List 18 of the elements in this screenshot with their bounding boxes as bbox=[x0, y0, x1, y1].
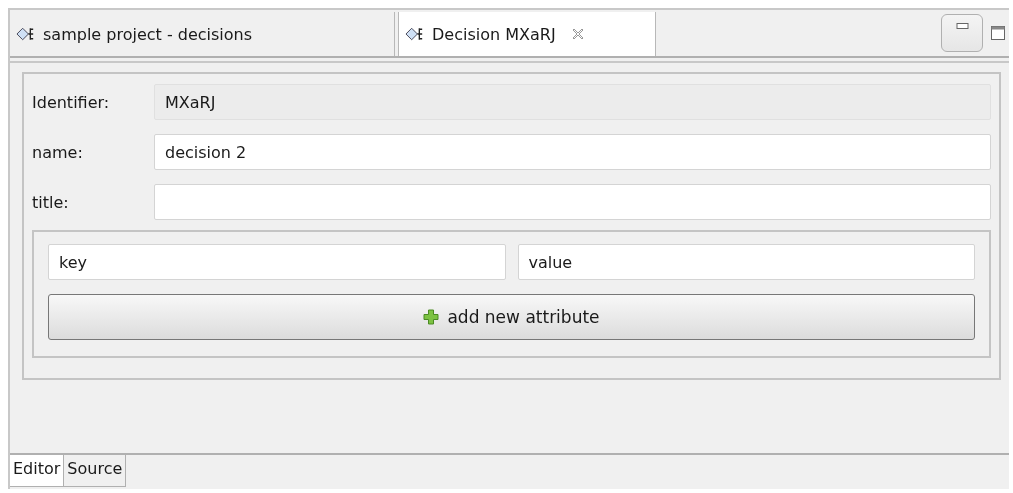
view-tab[interactable]: Editor bbox=[10, 455, 65, 487]
value-field[interactable]: value bbox=[517, 244, 975, 280]
add-attribute-button[interactable]: add new attribute bbox=[48, 294, 975, 340]
text-field[interactable]: decision 2 bbox=[154, 134, 991, 170]
text-field[interactable] bbox=[154, 184, 991, 220]
text-field[interactable]: MXaRJ bbox=[154, 84, 991, 120]
field-label: Identifier: bbox=[32, 92, 111, 112]
key-field[interactable]: key bbox=[48, 244, 506, 280]
document-tab[interactable]: Decision MXaRJ bbox=[398, 12, 656, 56]
field-label: title: bbox=[32, 192, 70, 212]
field-label: name: bbox=[32, 142, 84, 162]
view-tab[interactable]: Source bbox=[64, 455, 127, 487]
minimize-button[interactable] bbox=[941, 14, 983, 52]
minimize-icon bbox=[955, 23, 969, 29]
plus-icon bbox=[423, 309, 440, 325]
maximize-button[interactable] bbox=[991, 26, 1005, 40]
close-icon[interactable] bbox=[571, 28, 584, 40]
document-tab[interactable]: sample project - decisions bbox=[10, 12, 395, 56]
